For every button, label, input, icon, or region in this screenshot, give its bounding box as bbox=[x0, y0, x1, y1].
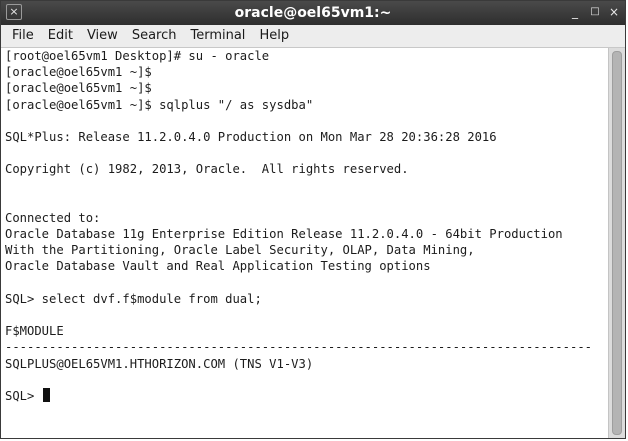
terminal-output[interactable]: [root@oel65vm1 Desktop]# su - oracle [or… bbox=[1, 48, 609, 438]
close-window-icon[interactable]: × bbox=[606, 4, 622, 20]
terminal-line: Copyright (c) 1982, 2013, Oracle. All ri… bbox=[5, 162, 409, 177]
terminal-line: [root@oel65vm1 Desktop]# su - oracle bbox=[5, 49, 270, 63]
terminal-line: Connected to: bbox=[5, 210, 101, 225]
terminal-line: [oracle@oel65vm1 ~]$ bbox=[5, 81, 152, 96]
title-bar[interactable]: × oracle@oel65vm1:~ _ □ × bbox=[1, 1, 625, 25]
terminal-line: F$MODULE bbox=[5, 324, 64, 339]
terminal-window: × oracle@oel65vm1:~ _ □ × File Edit View… bbox=[0, 0, 626, 439]
vertical-scrollbar[interactable] bbox=[608, 48, 625, 438]
menu-bar: File Edit View Search Terminal Help bbox=[1, 25, 625, 48]
terminal-line: Oracle Database 11g Enterprise Edition R… bbox=[5, 227, 563, 242]
terminal-line: With the Partitioning, Oracle Label Secu… bbox=[5, 243, 475, 258]
menu-edit[interactable]: Edit bbox=[41, 25, 80, 47]
terminal-line: SQL> select dvf.f$module from dual; bbox=[5, 291, 262, 306]
minimize-icon[interactable]: _ bbox=[567, 4, 583, 20]
maximize-icon[interactable]: □ bbox=[587, 4, 603, 20]
menu-terminal[interactable]: Terminal bbox=[183, 25, 252, 47]
terminal-line: [oracle@oel65vm1 ~]$ sqlplus "/ as sysdb… bbox=[5, 97, 314, 112]
terminal-prompt-line[interactable]: SQL> bbox=[5, 387, 609, 404]
menu-help[interactable]: Help bbox=[252, 25, 296, 47]
menu-file[interactable]: File bbox=[5, 25, 41, 47]
terminal-prompt: SQL> bbox=[5, 388, 42, 403]
text-cursor bbox=[42, 387, 50, 402]
terminal-line: SQLPLUS@OEL65VM1.HTHORIZON.COM (TNS V1-V… bbox=[5, 356, 314, 371]
terminal-line: Oracle Database Vault and Real Applicati… bbox=[5, 259, 431, 274]
terminal-line: SQL*Plus: Release 11.2.0.4.0 Production … bbox=[5, 129, 497, 144]
window-title: oracle@oel65vm1:~ bbox=[234, 5, 392, 21]
menu-view[interactable]: View bbox=[80, 25, 125, 47]
menu-search[interactable]: Search bbox=[125, 25, 184, 47]
terminal-line: ----------------------------------------… bbox=[5, 340, 592, 355]
terminal-line: [oracle@oel65vm1 ~]$ bbox=[5, 65, 152, 80]
scrollbar-thumb[interactable] bbox=[612, 51, 622, 435]
